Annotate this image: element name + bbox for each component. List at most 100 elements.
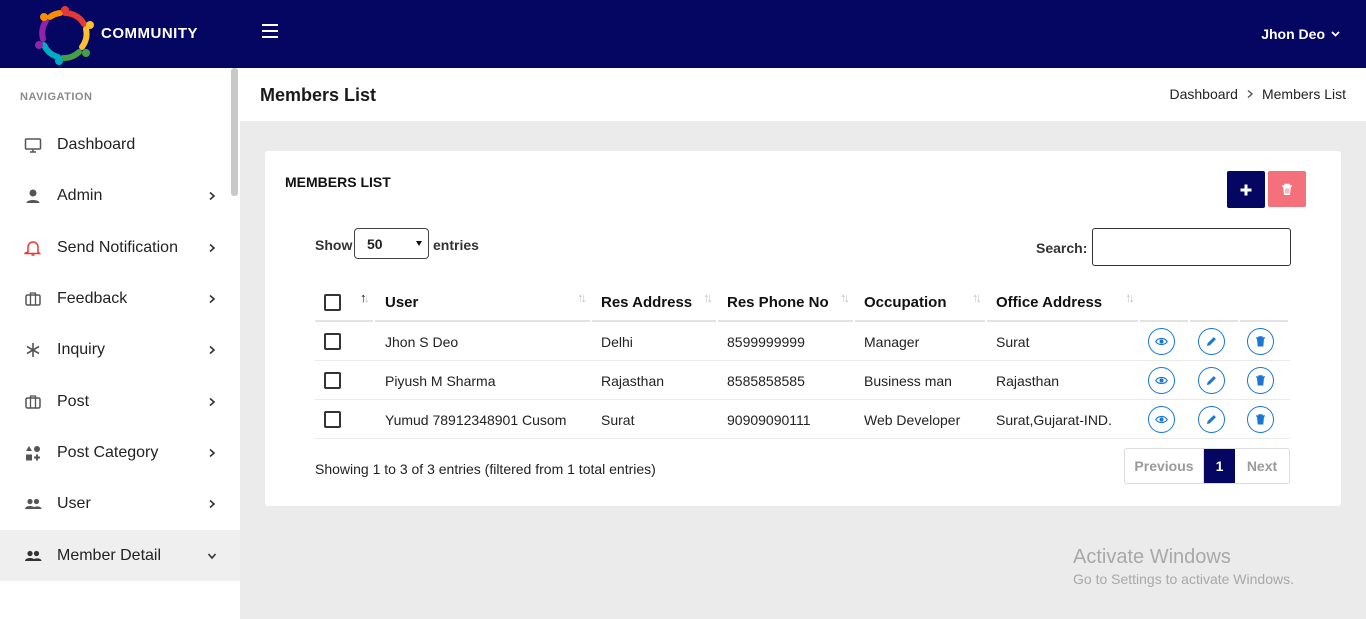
row-checkbox[interactable] — [324, 333, 341, 350]
column-label: User — [385, 293, 419, 311]
row-checkbox[interactable] — [324, 411, 341, 428]
people-icon — [23, 494, 42, 513]
sidebar-item-post-category[interactable]: Post Category — [0, 427, 240, 478]
sidebar-item-label: Feedback — [57, 289, 128, 307]
brand-name[interactable]: COMMUNITY — [101, 25, 198, 42]
sidebar-item-member-detail[interactable]: Member Detail — [0, 530, 240, 581]
column-header-res-address[interactable]: Res Address ↑↓ — [592, 282, 718, 322]
trash-icon — [1282, 183, 1292, 195]
sort-icon: ↑↓ — [577, 290, 587, 305]
table-header: ↑↓ User ↑↓ Res Address ↑↓ Res Phone No ↑… — [315, 282, 1290, 322]
column-label: Res Phone No — [727, 293, 829, 311]
user-menu[interactable]: Jhon Deo — [1261, 26, 1340, 42]
edit-button[interactable] — [1198, 406, 1225, 433]
pencil-icon — [1207, 376, 1216, 385]
community-logo-icon[interactable] — [34, 5, 96, 65]
delete-button[interactable] — [1247, 367, 1274, 394]
caret-down-icon — [416, 241, 422, 246]
column-label: Office Address — [996, 293, 1103, 311]
menu-toggle-icon[interactable] — [262, 24, 278, 38]
cell-user: Piyush M Sharma — [385, 372, 496, 389]
delete-button[interactable] — [1247, 406, 1274, 433]
breadcrumb-link-dashboard[interactable]: Dashboard — [1169, 86, 1238, 102]
page-header: Members List Dashboard Members List — [240, 68, 1366, 121]
edit-button[interactable] — [1198, 367, 1225, 394]
sidebar-item-inquiry[interactable]: Inquiry — [0, 324, 240, 375]
asterisk-icon — [23, 340, 42, 359]
column-header-user[interactable]: User ↑↓ — [376, 282, 592, 322]
cell-occupation: Manager — [864, 333, 920, 350]
show-label: Show — [315, 237, 353, 253]
table-row: Yumud 78912348901 Cusom Surat 9090909011… — [315, 400, 1290, 439]
sort-icon: ↑↓ — [1125, 290, 1135, 305]
chevron-down-icon — [207, 552, 217, 559]
delete-selected-button[interactable] — [1268, 171, 1306, 207]
cell-res-phone: 8585858585 — [727, 372, 805, 389]
chevron-right-icon — [209, 294, 216, 303]
sort-icon: ↑↓ — [703, 290, 713, 305]
sidebar: NAVIGATION Dashboard Admin Send Notifica… — [0, 68, 240, 619]
column-header-res-phone[interactable]: Res Phone No ↑↓ — [718, 282, 855, 322]
chevron-right-icon — [209, 448, 216, 457]
cell-res-address: Delhi — [601, 333, 633, 350]
eye-icon — [1155, 376, 1168, 385]
sidebar-item-label: Post — [57, 392, 90, 410]
view-button[interactable] — [1148, 406, 1175, 433]
search-input[interactable] — [1092, 228, 1291, 266]
sidebar-item-feedback[interactable]: Feedback — [0, 273, 240, 324]
add-member-button[interactable] — [1227, 171, 1265, 208]
select-all-header[interactable]: ↑↓ — [315, 282, 375, 322]
cell-occupation: Web Developer — [864, 411, 961, 428]
sidebar-item-send-notification[interactable]: Send Notification — [0, 222, 240, 273]
sidebar-item-label: Send Notification — [57, 238, 178, 256]
activation-watermark: Activate Windows Go to Settings to activ… — [1073, 546, 1294, 587]
breadcrumb: Dashboard Members List — [1169, 86, 1346, 102]
view-button[interactable] — [1148, 328, 1175, 355]
briefcase-icon — [23, 289, 42, 308]
members-card: MEMBERS LIST Show 50 entries Search: ↑↓ … — [265, 151, 1341, 506]
monitor-icon — [23, 135, 42, 154]
breadcrumb-current: Members List — [1261, 86, 1346, 102]
pagination-previous[interactable]: Previous — [1125, 449, 1204, 483]
column-header-view — [1140, 282, 1190, 322]
page-title: Members List — [260, 85, 377, 105]
select-all-checkbox[interactable] — [324, 293, 341, 311]
delete-button[interactable] — [1247, 328, 1274, 355]
eye-icon — [1155, 337, 1168, 346]
page-length-value: 50 — [367, 235, 383, 252]
sidebar-item-admin[interactable]: Admin — [0, 170, 240, 221]
card-title: MEMBERS LIST — [285, 174, 391, 190]
column-header-delete — [1240, 282, 1290, 322]
cell-office-address: Surat — [996, 333, 1030, 350]
plus-icon — [1240, 184, 1252, 195]
column-header-occupation[interactable]: Occupation ↑↓ — [855, 282, 987, 322]
table-row: Jhon S Deo Delhi 8599999999 Manager Sura… — [315, 322, 1290, 361]
table-info: Showing 1 to 3 of 3 entries (filtered fr… — [315, 461, 656, 477]
sort-icon: ↑↓ — [360, 290, 370, 305]
pagination-next[interactable]: Next — [1235, 449, 1289, 483]
pagination: Previous 1 Next — [1124, 448, 1290, 484]
column-label: Occupation — [864, 293, 947, 311]
nav-heading: NAVIGATION — [20, 91, 93, 103]
row-checkbox[interactable] — [324, 372, 341, 389]
page-length-select[interactable]: 50 — [354, 228, 429, 259]
edit-button[interactable] — [1198, 328, 1225, 355]
cell-res-phone: 8599999999 — [727, 333, 805, 350]
sidebar-item-label: User — [57, 494, 91, 512]
cell-user: Yumud 78912348901 Cusom — [385, 411, 567, 428]
chevron-right-icon — [209, 345, 216, 354]
watermark-title: Activate Windows — [1073, 546, 1231, 568]
view-button[interactable] — [1148, 367, 1175, 394]
sidebar-item-post[interactable]: Post — [0, 376, 240, 427]
eye-icon — [1155, 415, 1168, 424]
sidebar-item-user[interactable]: User — [0, 478, 240, 529]
cell-office-address: Rajasthan — [996, 372, 1060, 389]
sidebar-item-dashboard[interactable]: Dashboard — [0, 119, 240, 170]
column-header-office-address[interactable]: Office Address ↑↓ — [987, 282, 1140, 322]
pagination-page-current[interactable]: 1 — [1204, 449, 1235, 483]
people-icon — [23, 546, 42, 565]
chevron-right-icon — [1247, 89, 1254, 99]
sort-icon: ↑↓ — [972, 290, 982, 305]
chevron-right-icon — [209, 191, 216, 200]
cell-res-address: Surat — [601, 411, 635, 428]
